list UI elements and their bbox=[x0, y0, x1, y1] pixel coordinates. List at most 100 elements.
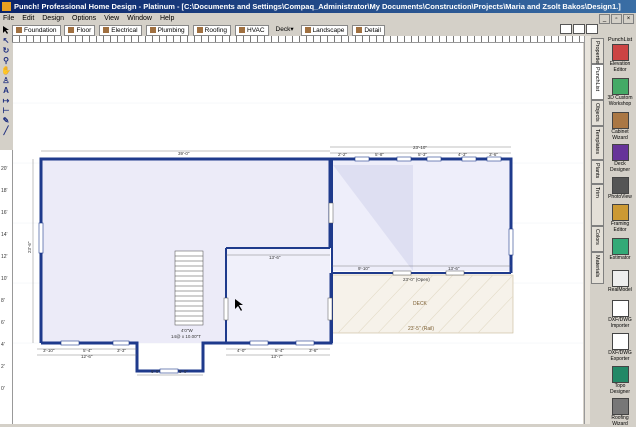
menu-view[interactable]: View bbox=[101, 13, 122, 24]
deck-designer-button[interactable]: Deck Designer bbox=[604, 144, 636, 173]
tab-landscape[interactable]: Landscape bbox=[300, 25, 349, 36]
tab-plants[interactable]: Plants bbox=[591, 160, 604, 184]
dim-deck-top: 23'-0" (Open) bbox=[403, 277, 430, 282]
dimension-icon[interactable]: ⊢ bbox=[1, 107, 11, 115]
design-canvas[interactable]: 4'0"W 14@ x 10.00"T 39'-0" 23'-10" 2'-2"… bbox=[13, 43, 583, 424]
export-icon bbox=[611, 333, 629, 350]
estimator-button[interactable]: Estimator bbox=[604, 238, 636, 262]
menu-file[interactable]: File bbox=[0, 13, 17, 24]
rotate-icon[interactable]: ↻ bbox=[1, 47, 11, 55]
workshop-icon bbox=[611, 78, 629, 95]
pan-icon[interactable]: ✋ bbox=[1, 67, 11, 75]
text-tool-icon[interactable]: A bbox=[1, 87, 11, 95]
tab-roofing[interactable]: Roofing bbox=[192, 25, 232, 36]
svg-text:2'-2": 2'-2" bbox=[338, 152, 347, 157]
close-icon[interactable]: × bbox=[623, 14, 634, 24]
tab-electrical[interactable]: Electrical bbox=[99, 25, 142, 36]
svg-text:5'-4": 5'-4" bbox=[83, 348, 92, 353]
svg-text:9'-10": 9'-10" bbox=[358, 266, 370, 271]
svg-text:3'-6": 3'-6" bbox=[309, 348, 318, 353]
elevation-editor-button[interactable]: Elevation Editor bbox=[604, 44, 636, 73]
walk-icon[interactable]: ♙ bbox=[1, 77, 11, 85]
3d-workshop-button[interactable]: 3D Custom Workshop bbox=[604, 78, 636, 107]
layout-quad-icon[interactable] bbox=[586, 24, 598, 34]
svg-text:5'-4": 5'-4" bbox=[275, 348, 284, 353]
svg-text:3'-3": 3'-3" bbox=[117, 348, 126, 353]
tab-materials[interactable]: Materials bbox=[591, 252, 604, 284]
menu-options[interactable]: Options bbox=[69, 13, 99, 24]
svg-text:4'-3": 4'-3" bbox=[458, 152, 467, 157]
tab-hvac[interactable]: HVAC bbox=[235, 25, 269, 36]
roofing-icon bbox=[196, 27, 203, 34]
photoview-button[interactable]: PhotoView bbox=[604, 177, 636, 201]
menu-edit[interactable]: Edit bbox=[19, 13, 37, 24]
svg-text:3'-10": 3'-10" bbox=[43, 348, 55, 353]
tab-foundation[interactable]: Foundation bbox=[12, 25, 61, 36]
floor-plan[interactable]: 4'0"W 14@ x 10.00"T 39'-0" 23'-10" 2'-2"… bbox=[13, 43, 583, 424]
tab-templates[interactable]: Templates bbox=[591, 126, 604, 160]
window-title: Punch! Professional Home Design - Platin… bbox=[14, 2, 621, 11]
menu-window[interactable]: Window bbox=[124, 13, 155, 24]
layout-single-icon[interactable] bbox=[560, 24, 572, 34]
svg-text:5'-8": 5'-8" bbox=[375, 152, 384, 157]
inner-room[interactable] bbox=[226, 248, 330, 343]
dropdown-arrow-icon: ▾ bbox=[290, 26, 294, 33]
tab-colors[interactable]: Colors bbox=[591, 226, 604, 252]
svg-text:12'-6": 12'-6" bbox=[81, 354, 93, 359]
minimize-icon[interactable]: _ bbox=[599, 14, 610, 24]
framing-icon bbox=[611, 204, 629, 221]
tab-objects[interactable]: Objects bbox=[591, 100, 604, 126]
pencil-icon[interactable]: ✎ bbox=[1, 117, 11, 125]
stair-width-label: 4'0"W bbox=[181, 328, 193, 333]
top-ruler bbox=[12, 36, 584, 43]
model-icon bbox=[611, 270, 629, 287]
tab-deck[interactable]: Deck▾ bbox=[272, 25, 297, 34]
dxf-importer-button[interactable]: DXF/DWG Importer bbox=[604, 300, 636, 329]
app-icon bbox=[2, 2, 11, 11]
left-toolbar: ↖ ↻ ⚲ ✋ ♙ A ↦ ⊢ ✎ ╱ bbox=[0, 36, 12, 148]
dxf-exporter-button[interactable]: DXF/DWG Exporter bbox=[604, 333, 636, 362]
restore-icon[interactable]: ▫ bbox=[611, 14, 622, 24]
svg-text:13'-7": 13'-7" bbox=[271, 354, 283, 359]
select-tool-icon[interactable] bbox=[1, 25, 11, 35]
svg-text:5'-3": 5'-3" bbox=[418, 152, 427, 157]
dim-left-height: 23'-6" bbox=[27, 241, 32, 253]
hvac-icon bbox=[239, 27, 245, 34]
dim-deck-bottom: 23'-5" (Rail) bbox=[408, 326, 434, 332]
deck-icon bbox=[611, 144, 629, 161]
dim-right-overall: 23'-10" bbox=[413, 145, 427, 150]
left-ruler: 20' 18' 16' 14' 12' 10' 8' 6' 4' 2' 0' bbox=[0, 150, 13, 424]
tab-properties[interactable]: Properties bbox=[591, 38, 604, 66]
measure-icon[interactable]: ↦ bbox=[1, 97, 11, 105]
svg-text:3'-6": 3'-6" bbox=[489, 152, 498, 157]
tab-detail[interactable]: Detail bbox=[352, 25, 385, 36]
layout-split-icon[interactable] bbox=[573, 24, 585, 34]
foundation-icon bbox=[16, 27, 22, 34]
cabinet-icon bbox=[611, 112, 629, 129]
detail-icon bbox=[356, 27, 363, 34]
floor-icon bbox=[68, 27, 75, 34]
dim-inner-width: 13'-6" bbox=[269, 255, 281, 260]
tab-floor[interactable]: Floor bbox=[64, 25, 96, 36]
stair-run-label: 14@ x 10.00"T bbox=[171, 334, 201, 339]
line-icon[interactable]: ╱ bbox=[1, 127, 11, 135]
roof-icon bbox=[611, 398, 629, 415]
tab-trim[interactable]: Trim bbox=[591, 184, 604, 226]
framing-editor-button[interactable]: Framing Editor bbox=[604, 204, 636, 233]
menu-help[interactable]: Help bbox=[157, 13, 177, 24]
landscape-icon bbox=[304, 27, 311, 34]
cabinet-wizard-button[interactable]: Cabinet Wizard bbox=[604, 112, 636, 141]
category-tab-bar: Foundation Floor Electrical Plumbing Roo… bbox=[0, 24, 580, 36]
svg-text:4'-0": 4'-0" bbox=[237, 348, 246, 353]
topo-designer-button[interactable]: Topo Designer bbox=[604, 366, 636, 395]
tool-palette: Elevation Editor 3D Custom Workshop Cabi… bbox=[604, 44, 636, 427]
zoom-icon[interactable]: ⚲ bbox=[1, 57, 11, 65]
realmodel-button[interactable]: RealModel bbox=[604, 270, 636, 294]
menu-design[interactable]: Design bbox=[39, 13, 67, 24]
panel-vertical-tabs: Properties PunchList Objects Templates P… bbox=[590, 38, 604, 424]
tab-punchlist[interactable]: PunchList bbox=[591, 64, 604, 100]
pointer-icon[interactable]: ↖ bbox=[1, 37, 11, 45]
staircase[interactable] bbox=[174, 250, 204, 326]
tab-plumbing[interactable]: Plumbing bbox=[145, 25, 189, 36]
roofing-wizard-button[interactable]: Roofing Wizard bbox=[604, 398, 636, 427]
